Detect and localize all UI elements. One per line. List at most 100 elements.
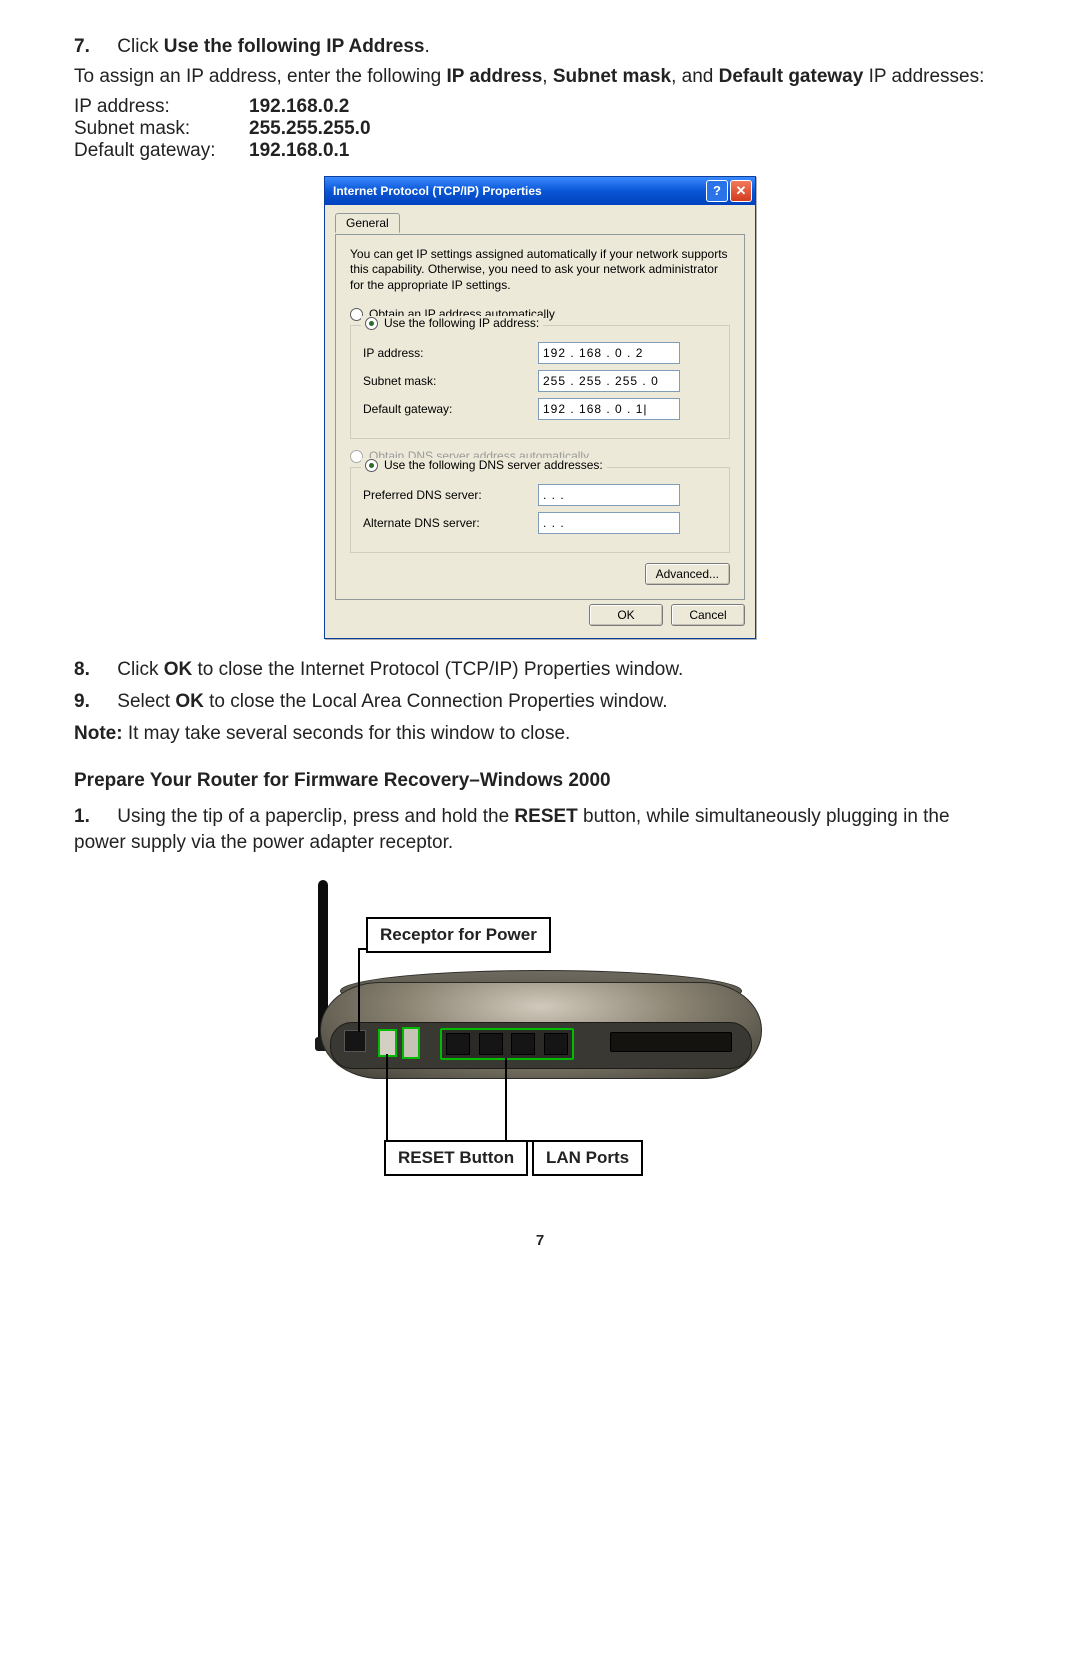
field-preferred-dns: Preferred DNS server: . . . xyxy=(363,484,717,506)
reset-button-icon xyxy=(378,1029,397,1057)
alternate-dns-input[interactable]: . . . xyxy=(538,512,680,534)
ip-row: IP address:192.168.0.2 xyxy=(74,96,1006,118)
ok-button[interactable]: OK xyxy=(589,604,663,626)
tab-general[interactable]: General xyxy=(335,213,400,233)
assign-b2: Subnet mask xyxy=(553,66,671,87)
ip-value: 192.168.0.2 xyxy=(249,96,349,118)
assign-intro: To assign an IP address, enter the follo… xyxy=(74,64,1006,90)
step-7-bold: Use the following IP Address xyxy=(164,36,425,57)
note-label: Note: xyxy=(74,723,123,744)
field-subnet-mask: Subnet mask: 255 . 255 . 255 . 0 xyxy=(363,370,717,392)
step-8-number: 8. xyxy=(74,657,112,683)
lan-ports-icon xyxy=(440,1028,574,1060)
tab-strip: General xyxy=(335,213,745,235)
lan-port-icon xyxy=(511,1033,535,1055)
tcpip-dialog-figure: Internet Protocol (TCP/IP) Properties ? … xyxy=(74,176,1006,640)
titlebar-buttons: ? ✕ xyxy=(706,180,752,202)
step-7-after: . xyxy=(425,36,430,57)
ip-address-input[interactable]: 192 . 168 . 0 . 2 xyxy=(538,342,680,364)
callout-reset: RESET Button xyxy=(384,1140,528,1176)
subnet-mask-input[interactable]: 255 . 255 . 255 . 0 xyxy=(538,370,680,392)
ip-row: Subnet mask:255.255.255.0 xyxy=(74,118,1006,140)
router-diagram: Receptor for Power RESET Button LAN Port… xyxy=(74,872,1006,1192)
radio-icon[interactable] xyxy=(365,317,378,330)
radio-use-ip[interactable]: Use the following IP address: xyxy=(361,316,543,330)
ip-address-table: IP address:192.168.0.2 Subnet mask:255.2… xyxy=(74,96,1006,162)
assign-mid: , xyxy=(542,66,553,87)
router-step-pre: Using the tip of a paperclip, press and … xyxy=(117,806,514,827)
callout-line xyxy=(386,1054,388,1142)
lan-port-icon xyxy=(479,1033,503,1055)
step-7: 7. Click Use the following IP Address. xyxy=(74,36,1006,58)
field-label: Subnet mask: xyxy=(363,374,538,388)
assign-b1: IP address xyxy=(447,66,543,87)
field-ip-address: IP address: 192 . 168 . 0 . 2 xyxy=(363,342,717,364)
router-step-number: 1. xyxy=(74,804,112,830)
field-label: IP address: xyxy=(363,346,538,360)
radio-icon[interactable] xyxy=(365,459,378,472)
card-slot-icon xyxy=(610,1032,732,1052)
dialog-title: Internet Protocol (TCP/IP) Properties xyxy=(333,184,542,198)
gateway-label: Default gateway: xyxy=(74,140,249,162)
advanced-row: Advanced... xyxy=(350,563,730,585)
radio-label: Use the following DNS server addresses: xyxy=(384,458,603,472)
gateway-value: 192.168.0.1 xyxy=(249,140,349,162)
dialog-button-row: OK Cancel xyxy=(335,604,745,626)
field-alternate-dns: Alternate DNS server: . . . xyxy=(363,512,717,534)
step-8-bold: OK xyxy=(164,659,193,680)
field-label: Alternate DNS server: xyxy=(363,516,538,530)
field-label: Preferred DNS server: xyxy=(363,488,538,502)
step-7-pre: Click xyxy=(117,36,163,57)
router-stage: Receptor for Power RESET Button LAN Port… xyxy=(300,872,780,1192)
field-default-gateway: Default gateway: 192 . 168 . 0 . 1| xyxy=(363,398,717,420)
lan-port-icon xyxy=(446,1033,470,1055)
section-heading: Prepare Your Router for Firmware Recover… xyxy=(74,770,1006,792)
subnet-label: Subnet mask: xyxy=(74,118,249,140)
dialog-titlebar: Internet Protocol (TCP/IP) Properties ? … xyxy=(325,177,755,205)
page-number: 7 xyxy=(74,1232,1006,1249)
radio-use-dns[interactable]: Use the following DNS server addresses: xyxy=(361,458,607,472)
step-9-pre: Select xyxy=(117,691,175,712)
callout-power: Receptor for Power xyxy=(366,917,551,953)
step-9-post: to close the Local Area Connection Prope… xyxy=(204,691,668,712)
lan-port-icon xyxy=(544,1033,568,1055)
tcpip-dialog: Internet Protocol (TCP/IP) Properties ? … xyxy=(324,176,756,640)
callout-line xyxy=(505,1058,507,1142)
subnet-value: 255.255.255.0 xyxy=(249,118,371,140)
group-ip-manual: Use the following IP address: IP address… xyxy=(350,325,730,439)
note-text: It may take several seconds for this win… xyxy=(123,723,571,744)
step-9-number: 9. xyxy=(74,689,112,715)
step-8: 8. Click OK to close the Internet Protoc… xyxy=(74,657,1006,683)
assign-b3: Default gateway xyxy=(719,66,864,87)
step-9-bold: OK xyxy=(175,691,204,712)
callout-lan: LAN Ports xyxy=(532,1140,643,1176)
router-step-1: 1. Using the tip of a paperclip, press a… xyxy=(74,804,1006,855)
dialog-body: General You can get IP settings assigned… xyxy=(325,205,755,639)
group-dns-manual: Use the following DNS server addresses: … xyxy=(350,467,730,553)
callout-line xyxy=(358,948,368,950)
step-8-pre: Click xyxy=(117,659,163,680)
note-line: Note: It may take several seconds for th… xyxy=(74,721,1006,747)
help-icon[interactable]: ? xyxy=(706,180,728,202)
usb-port-icon xyxy=(402,1027,420,1059)
tab-panel: You can get IP settings assigned automat… xyxy=(335,234,745,601)
assign-mid2: , and xyxy=(671,66,719,87)
assign-end: IP addresses: xyxy=(863,66,984,87)
step-9: 9. Select OK to close the Local Area Con… xyxy=(74,689,1006,715)
callout-line xyxy=(358,950,360,1032)
radio-label: Use the following IP address: xyxy=(384,316,539,330)
dialog-info-text: You can get IP settings assigned automat… xyxy=(350,247,730,294)
callout-line xyxy=(505,1140,533,1142)
step-7-number: 7. xyxy=(74,36,112,58)
advanced-button[interactable]: Advanced... xyxy=(645,563,730,585)
default-gateway-input[interactable]: 192 . 168 . 0 . 1| xyxy=(538,398,680,420)
power-port-icon xyxy=(344,1030,366,1052)
cancel-button[interactable]: Cancel xyxy=(671,604,745,626)
preferred-dns-input[interactable]: . . . xyxy=(538,484,680,506)
assign-pre: To assign an IP address, enter the follo… xyxy=(74,66,447,87)
ip-label: IP address: xyxy=(74,96,249,118)
step-8-post: to close the Internet Protocol (TCP/IP) … xyxy=(192,659,683,680)
field-label: Default gateway: xyxy=(363,402,538,416)
close-icon[interactable]: ✕ xyxy=(730,180,752,202)
ip-row: Default gateway:192.168.0.1 xyxy=(74,140,1006,162)
